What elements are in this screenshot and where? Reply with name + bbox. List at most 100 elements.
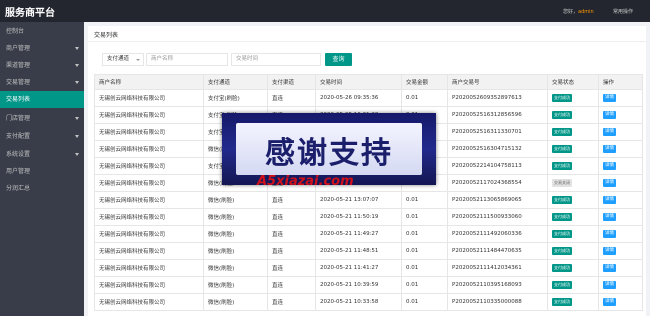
- status-cell: 支付成功: [547, 140, 599, 158]
- status-cell: 支付成功: [547, 106, 599, 124]
- sidebar: 控制台商户管理 渠道管理交易管理交易列表门店管理支付配置系统设置用户管理 分润汇总: [0, 22, 84, 316]
- pay-channel-cell: 微信(刷脸): [203, 276, 268, 294]
- action-cell: 详情: [598, 89, 643, 107]
- search-button[interactable]: 查询: [325, 53, 352, 66]
- pay-route-cell: 直连: [267, 208, 316, 226]
- merchant-name-cell: 无锡创云网络科技有限公司: [94, 293, 204, 311]
- detail-button[interactable]: 详情: [603, 281, 616, 289]
- detail-button[interactable]: 详情: [603, 298, 616, 306]
- trade-time-input[interactable]: 交易时间: [231, 53, 321, 66]
- detail-button[interactable]: 详情: [603, 196, 616, 204]
- sidebar-item[interactable]: 支付配置: [0, 128, 84, 145]
- merchant-name-cell: 无锡创云网络科技有限公司: [94, 89, 204, 107]
- merchant-name-cell: 无锡创云网络科技有限公司: [94, 106, 204, 124]
- sidebar-item[interactable]: 系统设置: [0, 146, 84, 163]
- merchant-name-cell: 无锡创云网络科技有限公司: [94, 123, 204, 141]
- status-badge: 支付成功: [552, 145, 572, 153]
- merchant-name-cell: 无锡创云网络科技有限公司: [94, 191, 204, 209]
- order-no-cell: P2020052113065869065: [447, 191, 548, 209]
- amount-cell: 0.01: [401, 225, 448, 243]
- amount-cell: 0.01: [401, 208, 448, 226]
- status-badge: 支付成功: [552, 111, 572, 119]
- pay-route-cell: 直连: [267, 293, 316, 311]
- merchant-name-placeholder: 商户名称: [151, 56, 174, 62]
- column-header: 交易时间: [315, 74, 402, 90]
- detail-button[interactable]: 详情: [603, 145, 616, 153]
- sidebar-item[interactable]: 分润汇总: [0, 180, 84, 197]
- merchant-name-cell: 无锡创云网络科技有限公司: [94, 157, 204, 175]
- order-no-cell: P2020052111492060336: [447, 225, 548, 243]
- pay-channel-select[interactable]: 支付通道: [102, 53, 144, 66]
- sidebar-item[interactable]: 门店管理: [0, 110, 84, 127]
- status-badge: 支付成功: [552, 230, 572, 238]
- pay-channel-select-value: 支付通道: [107, 56, 130, 62]
- merchant-name-input[interactable]: 商户名称: [146, 53, 228, 66]
- trade-time-cell: 2020-05-21 11:49:27: [315, 225, 402, 243]
- chevron-down-icon: [75, 135, 79, 138]
- detail-button[interactable]: 详情: [603, 213, 616, 221]
- action-cell: 详情: [598, 140, 643, 158]
- order-no-cell: P2020052111412034361: [447, 259, 548, 277]
- pay-channel-cell: 微信(刷脸): [203, 208, 268, 226]
- sidebar-item[interactable]: 交易管理: [0, 74, 84, 91]
- sidebar-item-label: 交易列表: [6, 96, 31, 103]
- sidebar-item-label: 交易管理: [6, 79, 31, 86]
- merchant-name-cell: 无锡创云网络科技有限公司: [94, 208, 204, 226]
- amount-cell: 0.01: [401, 89, 448, 107]
- detail-button[interactable]: 详情: [603, 264, 616, 272]
- detail-button[interactable]: 详情: [603, 162, 616, 170]
- sidebar-item[interactable]: 控制台: [0, 23, 84, 40]
- column-header: 交易状态: [547, 74, 599, 90]
- common-ops-menu[interactable]: 常用操作: [613, 8, 633, 15]
- table-row: 无锡创云网络科技有限公司 微信(刷脸) 直连 2020-05-21 10:39:59 0…: [94, 276, 643, 294]
- status-cell: 支付成功: [547, 259, 599, 277]
- trade-time-cell: 2020-05-21 11:48:51: [315, 242, 402, 260]
- sidebar-item[interactable]: 用户管理: [0, 163, 84, 180]
- status-badge: 支付成功: [552, 281, 572, 289]
- table-header-row: 商户名称 支付通道 支付渠道 交易时间 交易金额 商户交易号 交易状态 操作: [94, 74, 643, 90]
- watermark-url: A5xiazai.com: [257, 174, 354, 189]
- order-no-cell: P2020052516312856596: [447, 106, 548, 124]
- action-cell: 详情: [598, 276, 643, 294]
- detail-button[interactable]: 详情: [603, 94, 616, 102]
- trade-time-cell: 2020-05-26 09:35:36: [315, 89, 402, 107]
- sidebar-item[interactable]: 交易列表: [0, 91, 84, 108]
- trade-time-cell: 2020-05-21 13:07:07: [315, 191, 402, 209]
- table-row: 无锡创云网络科技有限公司 微信(刷脸) 直连 2020-05-21 11:49:27 0…: [94, 225, 643, 243]
- detail-button[interactable]: 详情: [603, 247, 616, 255]
- amount-cell: 0.01: [401, 191, 448, 209]
- username-link[interactable]: admin: [578, 9, 594, 15]
- order-no-cell: P2020052111500933060: [447, 208, 548, 226]
- action-cell: 详情: [598, 242, 643, 260]
- status-badge: 支付成功: [552, 128, 572, 136]
- sidebar-item[interactable]: 商户管理: [0, 40, 84, 57]
- status-cell: 支付成功: [547, 123, 599, 141]
- table-row: 无锡创云网络科技有限公司 微信(刷脸) 直连 2020-05-21 10:33:58 0…: [94, 293, 643, 311]
- sidebar-item-label: 控制台: [6, 28, 25, 35]
- order-no-cell: P2020052214104758113: [447, 157, 548, 175]
- status-cell: 交易关闭: [547, 174, 599, 192]
- detail-button[interactable]: 详情: [603, 111, 616, 119]
- detail-button[interactable]: 详情: [603, 230, 616, 238]
- sidebar-item-label: 系统设置: [6, 151, 31, 158]
- status-cell: 支付成功: [547, 276, 599, 294]
- detail-button[interactable]: 详情: [603, 179, 616, 187]
- status-badge: 交易关闭: [552, 179, 572, 187]
- chevron-down-icon: [75, 117, 79, 120]
- pay-route-cell: 直连: [267, 89, 316, 107]
- trade-time-cell: 2020-05-21 10:39:59: [315, 276, 402, 294]
- table-row: 无锡创云网络科技有限公司 微信(刷脸) 直连 2020-05-21 11:50:19 0…: [94, 208, 643, 226]
- chevron-down-icon: [136, 59, 140, 61]
- trade-time-cell: 2020-05-21 11:50:19: [315, 208, 402, 226]
- sidebar-item-label: 门店管理: [6, 115, 31, 122]
- pay-route-cell: 直连: [267, 242, 316, 260]
- status-cell: 支付成功: [547, 191, 599, 209]
- detail-button[interactable]: 详情: [603, 128, 616, 136]
- pay-channel-cell: 微信(刷脸): [203, 242, 268, 260]
- action-cell: 详情: [598, 123, 643, 141]
- column-header: 商户交易号: [447, 74, 548, 90]
- sidebar-item[interactable]: 渠道管理: [0, 57, 84, 74]
- status-badge: 支付成功: [552, 264, 572, 272]
- user-greeting: 您好，admin: [563, 8, 594, 15]
- table-row: 无锡创云网络科技有限公司 微信(刷脸) 直连 2020-05-21 11:41:27 0…: [94, 259, 643, 277]
